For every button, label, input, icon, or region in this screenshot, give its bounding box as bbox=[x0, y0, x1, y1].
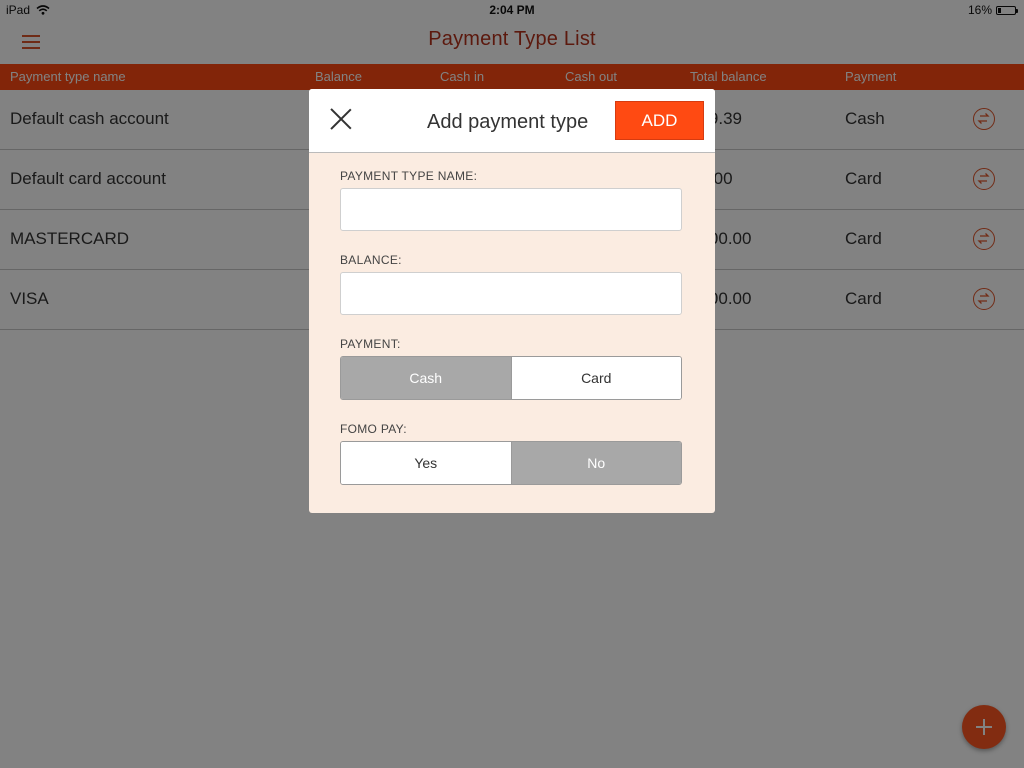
balance-input[interactable] bbox=[340, 272, 682, 315]
fomo-pay-label: FOMO PAY: bbox=[340, 422, 407, 436]
fomo-pay-segmented-control: Yes No bbox=[340, 441, 682, 485]
close-icon[interactable] bbox=[329, 107, 353, 131]
modal-title: Add payment type bbox=[427, 111, 589, 133]
add-button[interactable]: ADD bbox=[615, 101, 704, 140]
payment-segmented-control: Cash Card bbox=[340, 356, 682, 400]
payment-option-cash[interactable]: Cash bbox=[341, 357, 511, 399]
modal-header: Add payment type ADD bbox=[309, 89, 715, 153]
fomo-option-no[interactable]: No bbox=[510, 442, 681, 484]
balance-label: BALANCE: bbox=[340, 253, 402, 267]
payment-label: PAYMENT: bbox=[340, 337, 401, 351]
payment-option-card[interactable]: Card bbox=[510, 357, 681, 399]
fomo-option-yes[interactable]: Yes bbox=[341, 442, 511, 484]
payment-type-name-input[interactable] bbox=[340, 188, 682, 231]
payment-type-name-label: PAYMENT TYPE NAME: bbox=[340, 169, 478, 183]
add-payment-type-modal: Add payment type ADD PAYMENT TYPE NAME: … bbox=[309, 89, 715, 513]
